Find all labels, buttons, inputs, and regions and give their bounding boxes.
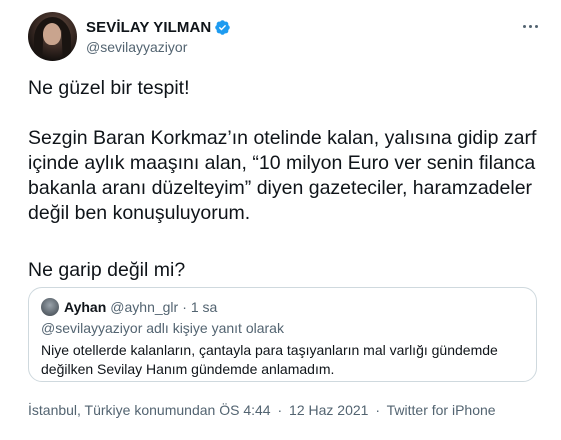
tweet-source[interactable]: Twitter for iPhone — [387, 402, 496, 418]
tweet-time[interactable]: ÖS 4:44 — [219, 402, 270, 418]
separator-dot: · — [277, 402, 283, 418]
author-names: SEVİLAY YILMAN @sevilayyaziyor — [86, 19, 231, 55]
quoted-tweet-header: Ayhan @ayhn_glr · 1 sa — [41, 298, 524, 316]
quoted-author-avatar — [41, 298, 59, 316]
quoted-tweet-time: 1 sa — [190, 299, 218, 315]
tweet-header: SEVİLAY YILMAN @sevilayyaziyor — [28, 12, 231, 61]
quoted-author-name: Ayhan — [64, 299, 107, 315]
separator-dot: · — [182, 299, 187, 315]
verified-badge-icon — [215, 19, 231, 35]
tweet-paragraph-1: Ne güzel bir tespit! — [28, 77, 190, 99]
tweet-paragraph-2: Sezgin Baran Korkmaz’ın otelinde kalan, … — [28, 127, 537, 224]
reply-context: @sevilayyaziyor adlı kişiye yanıt olarak — [41, 320, 284, 336]
author-display-name[interactable]: SEVİLAY YILMAN — [86, 19, 211, 36]
author-handle[interactable]: @sevilayyaziyor — [86, 39, 231, 55]
separator-dot: · — [375, 402, 380, 418]
quoted-tweet[interactable]: Ayhan @ayhn_glr · 1 sa @sevilayyaziyor a… — [28, 287, 537, 382]
tweet-card: SEVİLAY YILMAN @sevilayyaziyor Ne güzel … — [0, 0, 561, 440]
more-options-icon[interactable] — [519, 16, 541, 36]
author-avatar[interactable] — [28, 12, 77, 61]
tweet-paragraph-3: Ne garip değil mi? — [28, 259, 186, 281]
tweet-meta: İstanbul, Türkiye konumundan ÖS 4:44 · 1… — [28, 402, 496, 418]
tweet-location: İstanbul, Türkiye konumundan — [28, 402, 216, 418]
quoted-tweet-text: Niye otellerde kalanların, çantayla para… — [41, 342, 498, 377]
tweet-date[interactable]: 12 Haz 2021 — [289, 402, 368, 418]
quoted-author-handle: @ayhn_glr — [110, 299, 179, 315]
